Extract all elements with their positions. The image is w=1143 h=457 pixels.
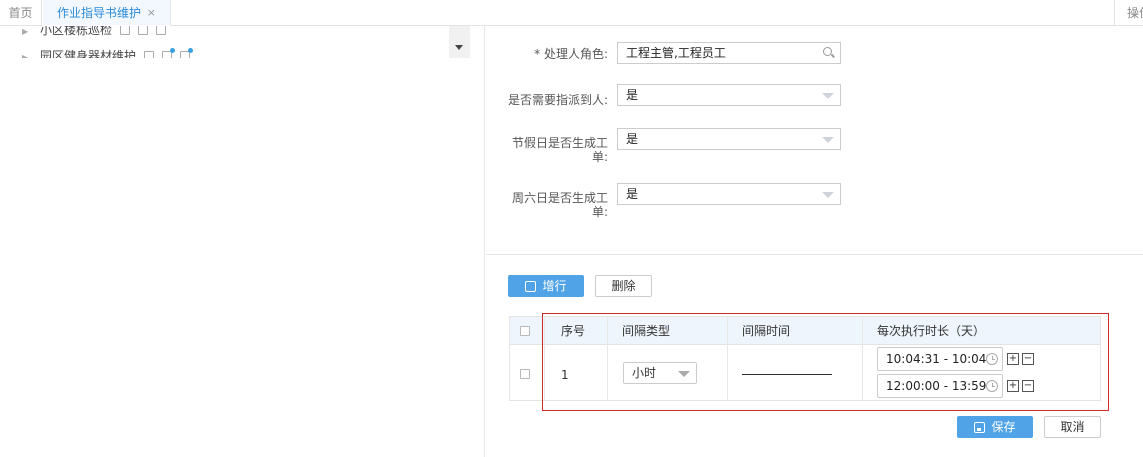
add-icon[interactable] xyxy=(137,26,148,35)
time-range-value: 10:04:31 - 10:04: xyxy=(886,352,991,366)
delete-button[interactable]: 删除 xyxy=(595,275,652,297)
saturday-select[interactable]: 是 xyxy=(617,183,841,205)
form-row-saturday: 周六日是否生成工 单: 是 xyxy=(486,183,886,223)
assign-value: 是 xyxy=(626,88,639,102)
section-divider xyxy=(486,254,1143,255)
header-interval-time: 间隔时间 xyxy=(742,324,791,338)
edit-icon[interactable] xyxy=(143,51,154,58)
role-input[interactable]: 工程主管,工程员工 xyxy=(617,42,841,64)
expand-arrow-icon[interactable]: ▶ xyxy=(22,50,32,58)
interval-table: 序号 间隔类型 间隔时间 每次执行时长（天） 1 小时 10:04:31 - 1… xyxy=(509,316,1101,401)
panel-divider xyxy=(484,26,485,457)
tab-label: 作业指导书维护 xyxy=(57,6,142,20)
role-value: 工程主管,工程员工 xyxy=(626,46,726,60)
saturday-label-line1: 周六日是否生成工 xyxy=(511,191,608,205)
time-range-value: 12:00:00 - 13:59: xyxy=(886,379,991,393)
add-row-button[interactable]: 增行 xyxy=(508,275,584,297)
save-icon xyxy=(974,422,986,433)
save-label: 保存 xyxy=(991,420,1016,434)
expand-arrow-icon[interactable]: ▶ xyxy=(22,26,32,40)
clock-icon[interactable] xyxy=(986,380,998,392)
form-row-holiday: 节假日是否生成工 单: 是 xyxy=(486,128,886,168)
add-time-button[interactable]: + xyxy=(1007,353,1019,365)
remove-time-button[interactable]: − xyxy=(1022,353,1034,365)
time-range-field[interactable]: 12:00:00 - 13:59: xyxy=(877,374,1003,398)
close-icon[interactable]: × xyxy=(147,0,156,26)
header-duration: 每次执行时长（天） xyxy=(877,324,986,338)
interval-time-empty xyxy=(742,374,832,375)
role-label: * 处理人角色: xyxy=(534,47,608,61)
saturday-label-line2: 单: xyxy=(591,205,608,219)
assign-label: 是否需要指派到人: xyxy=(507,93,608,107)
form-row-assign: 是否需要指派到人: 是 xyxy=(486,84,886,124)
column-divider xyxy=(862,317,863,400)
row-checkbox[interactable] xyxy=(520,369,530,379)
holiday-label-line1: 节假日是否生成工 xyxy=(511,136,608,150)
tree-panel: ▶ 小区楼栋巡检 ▶ 园区健身器材维护 xyxy=(0,26,470,58)
add-time-button[interactable]: + xyxy=(1007,380,1019,392)
column-divider xyxy=(727,317,728,400)
tab-bar: 首页 作业指导书维护 × 操作 xyxy=(0,0,1143,26)
column-divider xyxy=(544,317,545,400)
chevron-down-icon xyxy=(822,137,834,143)
chevron-down-icon xyxy=(678,371,690,377)
header-seq: 序号 xyxy=(561,324,586,338)
holiday-label-line2: 单: xyxy=(591,150,608,164)
interval-type-value: 小时 xyxy=(632,366,657,380)
tree-scrollbar[interactable] xyxy=(449,26,470,58)
page-root: 首页 作业指导书维护 × 操作 ▶ 小区楼栋巡检 ▶ 园区健身器材维护 * 处理人角… xyxy=(0,0,1143,457)
select-all-checkbox[interactable] xyxy=(520,326,530,336)
tab-operations-partial[interactable]: 操作 xyxy=(1114,0,1143,26)
tree-item[interactable]: ▶ 小区楼栋巡检 xyxy=(22,26,166,38)
save-button[interactable]: 保存 xyxy=(957,416,1033,438)
copy-icon[interactable] xyxy=(179,48,193,58)
copy-icon[interactable] xyxy=(155,26,166,35)
tree-item-label: 小区楼栋巡检 xyxy=(40,26,113,37)
cancel-button[interactable]: 取消 xyxy=(1044,416,1101,438)
saturday-label: 周六日是否生成工 单: xyxy=(486,191,608,219)
column-divider xyxy=(607,317,608,400)
add-icon[interactable] xyxy=(161,48,175,58)
header-interval-type: 间隔类型 xyxy=(622,324,671,338)
edit-icon[interactable] xyxy=(119,26,130,35)
holiday-select[interactable]: 是 xyxy=(617,128,841,150)
tree-item-label: 园区健身器材维护 xyxy=(40,49,137,58)
form-row-role: * 处理人角色: 工程主管,工程员工 xyxy=(486,42,886,82)
scroll-down-icon[interactable] xyxy=(455,45,463,50)
add-row-icon xyxy=(525,281,537,292)
tree-item[interactable]: ▶ 园区健身器材维护 xyxy=(22,48,193,58)
tab-work-instruction[interactable]: 作业指导书维护 × xyxy=(43,0,171,26)
remove-time-button[interactable]: − xyxy=(1022,380,1034,392)
holiday-label: 节假日是否生成工 单: xyxy=(486,136,608,164)
time-range-field[interactable]: 10:04:31 - 10:04: xyxy=(877,347,1003,371)
add-row-label: 增行 xyxy=(542,279,567,293)
table-header: 序号 间隔类型 间隔时间 每次执行时长（天） xyxy=(510,317,1100,345)
saturday-value: 是 xyxy=(626,187,639,201)
holiday-value: 是 xyxy=(626,132,639,146)
interval-type-select[interactable]: 小时 xyxy=(623,362,697,384)
assign-select[interactable]: 是 xyxy=(617,84,841,106)
search-icon[interactable] xyxy=(823,47,832,56)
chevron-down-icon xyxy=(822,93,834,99)
clock-icon[interactable] xyxy=(986,353,998,365)
row-seq: 1 xyxy=(561,368,569,382)
tab-home[interactable]: 首页 xyxy=(0,0,42,26)
chevron-down-icon xyxy=(822,192,834,198)
